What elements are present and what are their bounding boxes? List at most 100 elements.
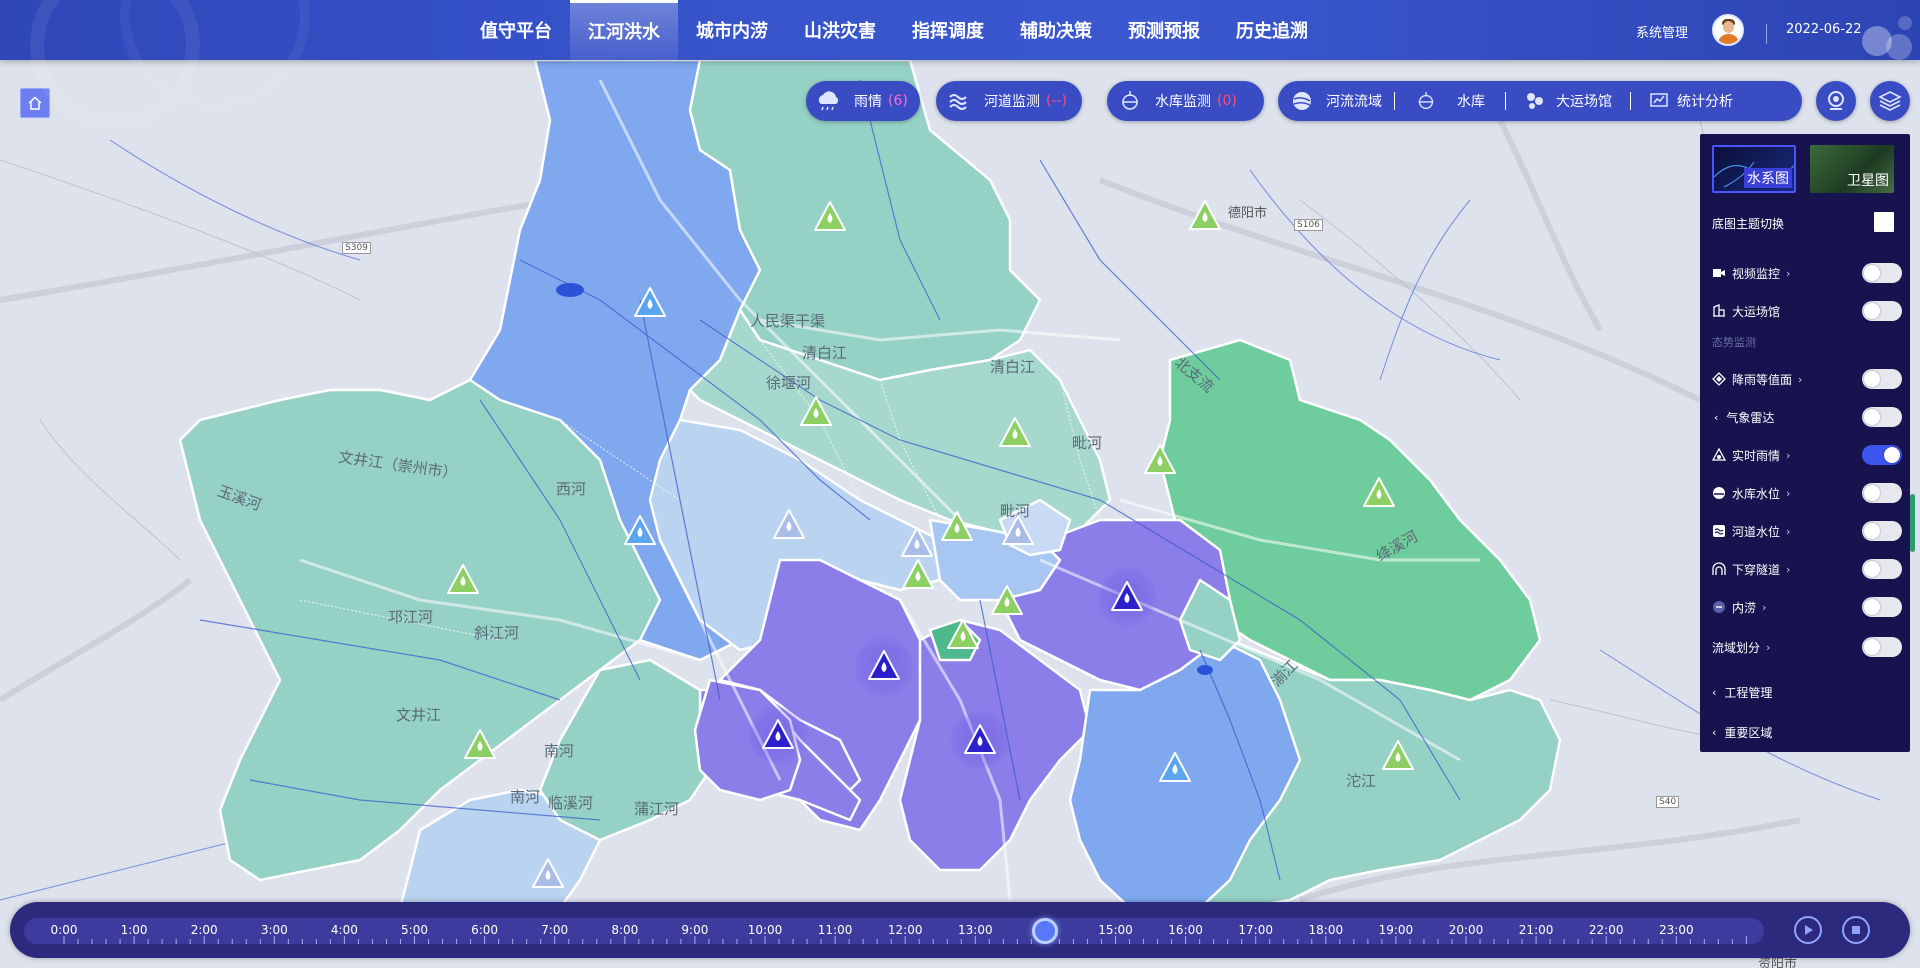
timeline-hour-label: 15:00 — [1098, 923, 1133, 937]
layers-button[interactable] — [1870, 81, 1910, 121]
rain-station-marker[interactable] — [1381, 739, 1415, 773]
rain-station-marker[interactable] — [531, 857, 565, 891]
timeline-hour-label: 22:00 — [1588, 923, 1624, 937]
layer-row-label: 视频监控 — [1732, 266, 1781, 281]
layer-toggle[interactable] — [1862, 407, 1902, 427]
layer-toggle[interactable] — [1862, 559, 1902, 579]
layer-toggle[interactable] — [1862, 637, 1902, 657]
theme-switch-row[interactable]: 底图主题切换 — [1712, 212, 1902, 234]
layer-row-10[interactable]: 流域划分 › — [1712, 636, 1902, 658]
layer-row-1[interactable]: 视频监控 › — [1712, 262, 1902, 284]
layer-row-5[interactable]: 实时雨情 › — [1712, 444, 1902, 466]
chevron-right-icon[interactable]: › — [1766, 641, 1770, 654]
stop-icon — [1852, 926, 1860, 934]
rain-station-marker[interactable] — [1143, 443, 1177, 477]
layer-row-8[interactable]: 下穿隧道 › — [1712, 558, 1902, 580]
rain-station-marker[interactable] — [900, 526, 934, 560]
layer-row-4[interactable]: ‹ 气象雷达 — [1712, 406, 1902, 428]
rain-station-marker[interactable] — [623, 514, 657, 548]
stadium-button[interactable]: 大运场馆 — [1506, 90, 1630, 112]
camera-button[interactable] — [1816, 81, 1856, 121]
rain-station-marker[interactable] — [901, 558, 935, 592]
statistics-button[interactable]: 统计分析 — [1631, 91, 1751, 111]
reservoir-layer-button[interactable]: 水库 — [1395, 90, 1505, 112]
rain-station-marker[interactable] — [772, 508, 806, 542]
theme-switch-checkbox[interactable] — [1874, 212, 1894, 232]
layer-toggle[interactable] — [1862, 597, 1902, 617]
timeline-hour-label: 17:00 — [1238, 923, 1273, 937]
rain-station-marker[interactable] — [946, 618, 980, 652]
rain-station-marker[interactable] — [1158, 751, 1192, 785]
rain-alert-marker[interactable] — [963, 723, 997, 757]
river-label: 徐堰河 — [766, 374, 812, 392]
nav-tab[interactable]: 历史追溯 — [1218, 0, 1326, 60]
engineering-row[interactable]: ‹ 工程管理 — [1712, 681, 1902, 703]
timeline-bar: 0:00 1:00 2:00 3:00 4:00 5:00 6:00 7:00 8:00 9:00… — [10, 902, 1910, 958]
map-canvas[interactable]: 人民渠干渠 清白江 徐堰河 清白江 毗河 文井江（崇州市） 西河 玉溪河 邛江河… — [0, 60, 1920, 968]
layer-toggle[interactable] — [1862, 301, 1902, 321]
chevron-right-icon[interactable]: › — [1762, 601, 1766, 614]
layer-row-label: 下穿隧道 — [1732, 562, 1781, 577]
rain-station-marker[interactable] — [940, 510, 974, 544]
reservoir-monitor-button[interactable]: 水库监测 (0) — [1107, 81, 1264, 121]
panel-scrollbar[interactable] — [1910, 494, 1915, 552]
river-label: 西河 — [556, 480, 587, 498]
layer-row-2[interactable]: 大运场馆 — [1712, 300, 1902, 322]
layer-toggle[interactable] — [1862, 521, 1902, 541]
layer-row-3[interactable]: 降雨等值面 › — [1712, 368, 1902, 390]
play-button[interactable] — [1794, 916, 1822, 944]
river-basin-button[interactable]: 河流流域 — [1278, 89, 1394, 113]
layer-toggle[interactable] — [1862, 369, 1902, 389]
rain-station-marker[interactable] — [446, 563, 480, 597]
river-monitor-button[interactable]: 河道监测 (--) — [936, 81, 1082, 121]
rain-station-marker[interactable] — [463, 728, 497, 762]
nav-tab[interactable]: 江河洪水 — [570, 0, 678, 60]
system-management-link[interactable]: 系统管理 — [1636, 22, 1688, 41]
key-area-row[interactable]: ‹ 重要区域 — [1712, 721, 1902, 743]
rain-station-marker[interactable] — [998, 416, 1032, 450]
nav-tab[interactable]: 值守平台 — [462, 0, 570, 60]
layer-toggle[interactable] — [1862, 263, 1902, 283]
nav-tab[interactable]: 山洪灾害 — [786, 0, 894, 60]
rain-monitor-button[interactable]: 雨情 (6) — [806, 81, 920, 121]
avatar[interactable] — [1712, 14, 1744, 46]
rain-station-marker[interactable] — [799, 395, 833, 429]
chevron-right-icon[interactable]: › — [1798, 373, 1802, 386]
layer-toggle[interactable] — [1862, 445, 1902, 465]
layer-row-9[interactable]: 内涝 › — [1712, 596, 1902, 618]
layer-toggle[interactable] — [1862, 483, 1902, 503]
river-label: 毗河 — [1072, 434, 1103, 452]
chevron-right-icon[interactable]: › — [1786, 563, 1790, 576]
rain-alert-marker[interactable] — [1110, 580, 1144, 614]
timeline-hour-label: 1:00 — [120, 923, 148, 937]
rain-station-marker[interactable] — [990, 584, 1024, 618]
rain-station-marker[interactable] — [1188, 199, 1222, 233]
timeline-hour-label: 16:00 — [1168, 923, 1203, 937]
rain-alert-marker[interactable] — [761, 718, 795, 752]
nav-tab[interactable]: 指挥调度 — [894, 0, 1002, 60]
timeline-hour-label: 13:00 — [958, 923, 993, 937]
chevron-right-icon[interactable]: › — [1786, 449, 1790, 462]
nav-tab[interactable]: 辅助决策 — [1002, 0, 1110, 60]
highway-shield: S106 — [1294, 219, 1323, 231]
contour-icon — [1712, 372, 1726, 386]
basemap-water-thumb[interactable]: 水系图 — [1712, 145, 1796, 193]
layer-row-label: 水库水位 — [1732, 486, 1781, 501]
nav-tab[interactable]: 预测预报 — [1110, 0, 1218, 60]
rain-station-marker[interactable] — [813, 200, 847, 234]
rain-station-marker[interactable] — [1362, 476, 1396, 510]
rain-alert-marker[interactable] — [867, 649, 901, 683]
chevron-right-icon[interactable]: › — [1786, 525, 1790, 538]
timeline-track[interactable]: 0:00 1:00 2:00 3:00 4:00 5:00 6:00 7:00 8:00 9:00… — [24, 918, 1764, 944]
timeline-hour-label: 20:00 — [1448, 923, 1484, 937]
chevron-right-icon[interactable]: › — [1786, 267, 1790, 280]
chevron-right-icon[interactable]: › — [1786, 487, 1790, 500]
timeline-hour-label: 21:00 — [1518, 923, 1554, 937]
rain-station-marker[interactable] — [633, 286, 667, 320]
stop-button[interactable] — [1842, 916, 1870, 944]
nav-tab[interactable]: 城市内涝 — [678, 0, 786, 60]
rain-station-marker[interactable] — [1001, 514, 1035, 548]
layer-row-7[interactable]: 河道水位 › — [1712, 520, 1902, 542]
layer-row-6[interactable]: 水库水位 › — [1712, 482, 1902, 504]
basemap-satellite-thumb[interactable]: 卫星图 — [1810, 145, 1894, 193]
